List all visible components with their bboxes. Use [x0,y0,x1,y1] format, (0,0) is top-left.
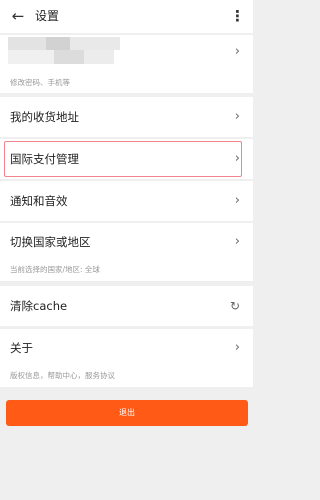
about-hint: 版权信息，帮助中心，服务协议 [10,371,115,380]
about-row[interactable]: 关于 › 版权信息，帮助中心，服务协议 [0,329,253,387]
cache-row[interactable]: 清除cache ↻ [0,286,253,326]
page-title: 设置 [35,9,60,23]
profile-hint: 修改密码、手机等 [10,78,70,87]
payment-highlight-box [4,141,242,177]
address-row[interactable]: 我的收货地址 › [0,97,253,137]
chevron-right-icon: › [234,44,240,59]
chevron-right-icon: › [234,234,240,249]
chevron-right-icon: › [234,340,240,355]
more-vertical-icon[interactable]: ⋮ [230,6,245,26]
address-label: 我的收货地址 [10,110,79,124]
refresh-icon: ↻ [229,299,240,313]
country-label: 切换国家或地区 [10,235,91,249]
country-hint: 当前选择的国家/地区: 全球 [10,265,100,274]
chevron-right-icon: › [234,109,240,124]
notify-row[interactable]: 通知和音效 › [0,181,253,221]
chevron-right-icon: › [234,193,240,208]
arrow-left-icon[interactable]: ← [9,7,27,25]
app-bar: ← 设置 ⋮ [0,0,253,33]
country-row[interactable]: 切换国家或地区 › 当前选择的国家/地区: 全球 [0,223,253,281]
logout-button[interactable]: 退出 [6,400,248,426]
about-label: 关于 [10,341,33,355]
cache-label: 清除cache [10,299,68,313]
notify-label: 通知和音效 [10,194,68,208]
blurred-avatar [8,37,120,68]
